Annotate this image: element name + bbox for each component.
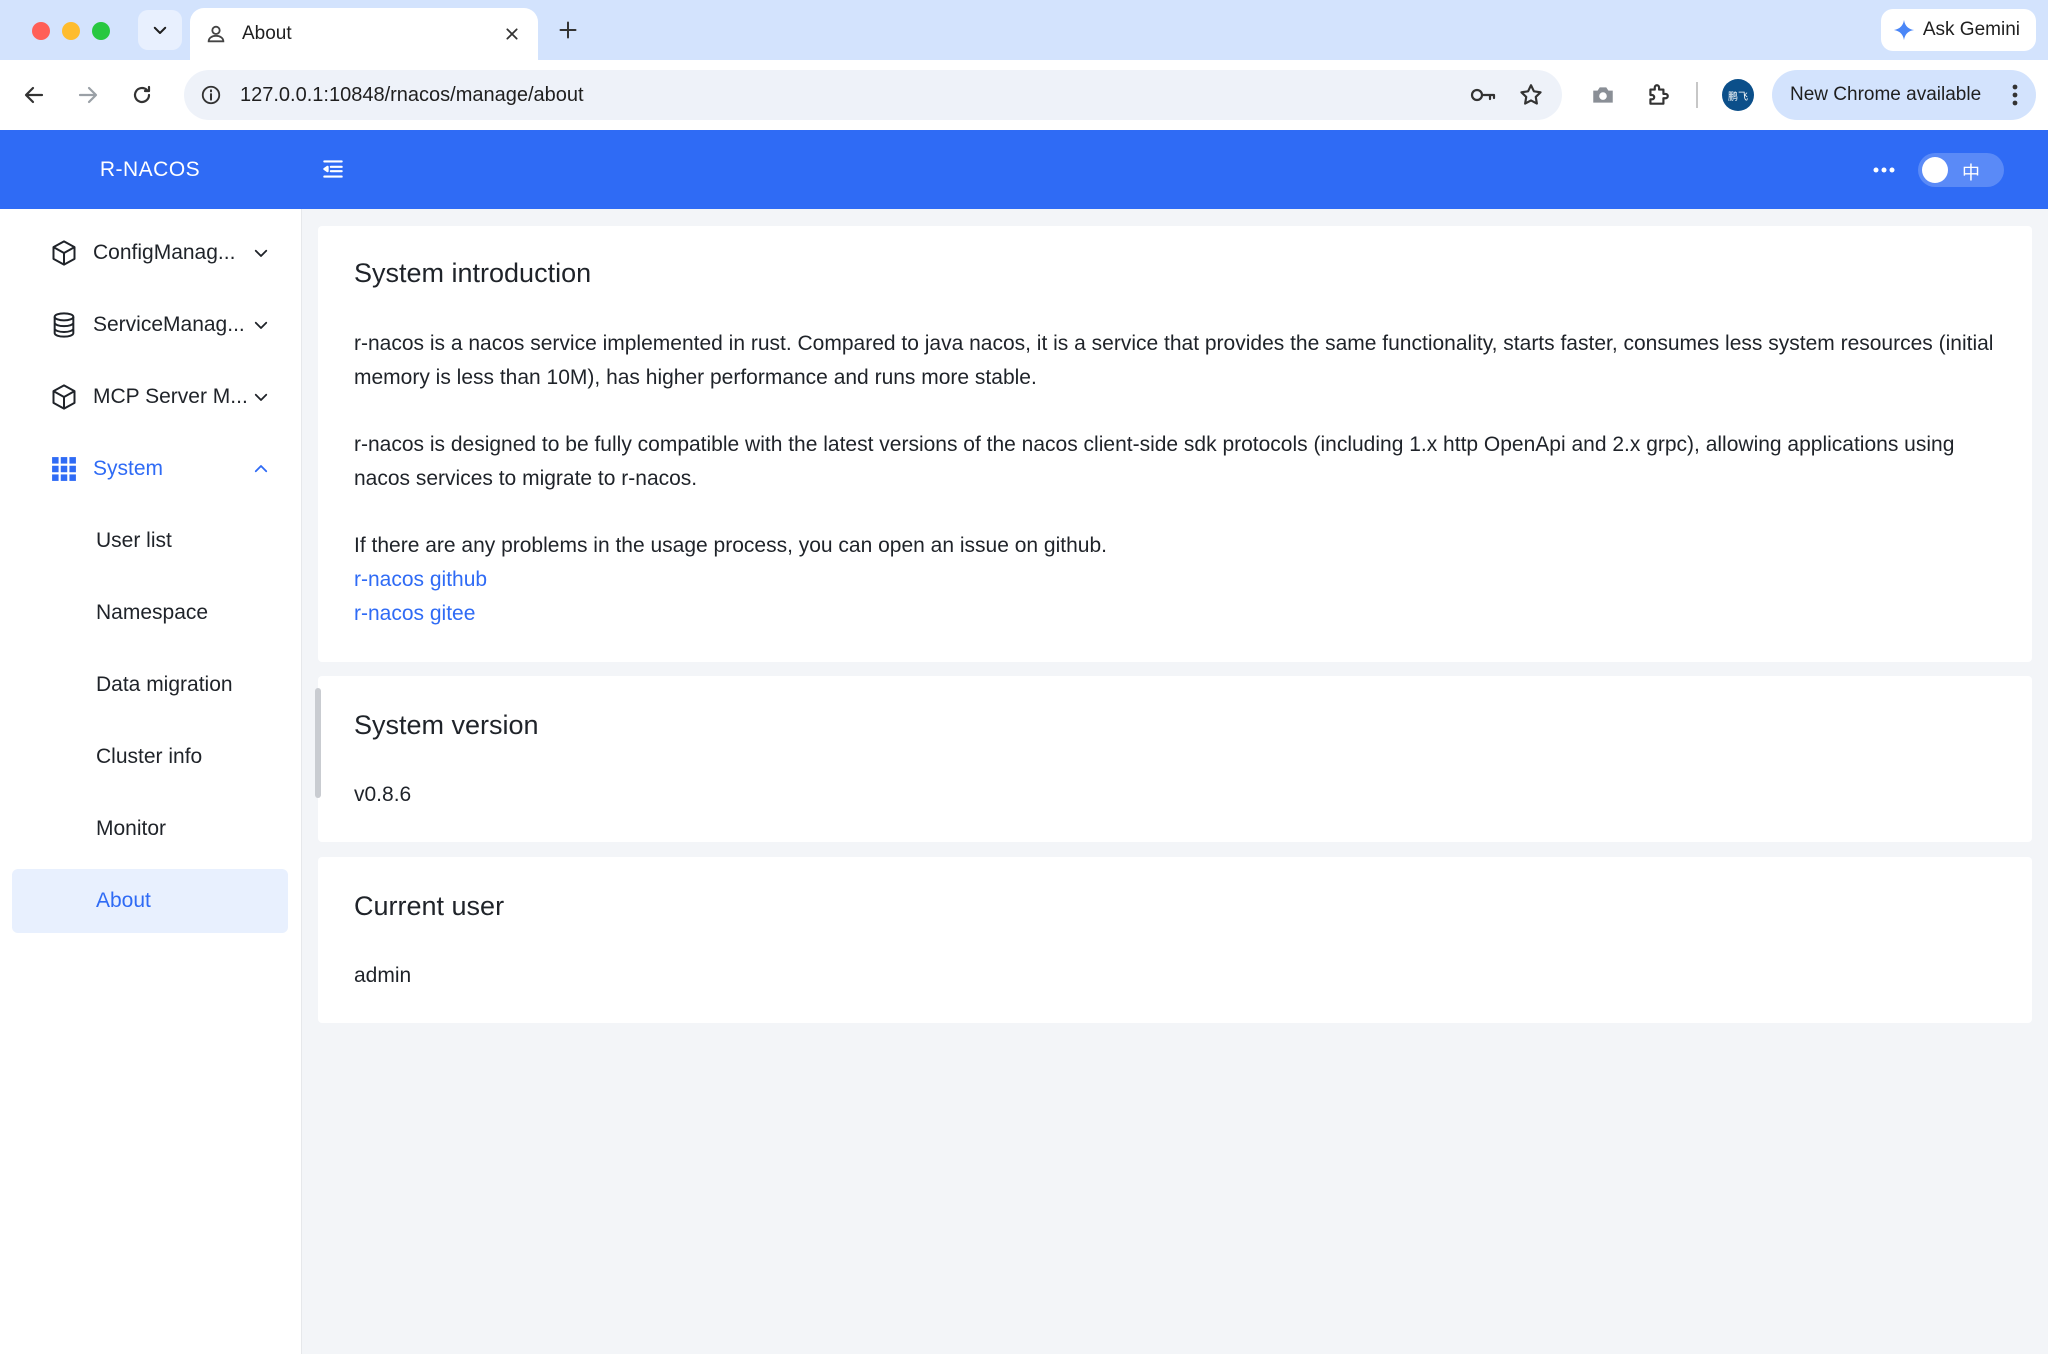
bookmark-star-icon[interactable] xyxy=(1514,78,1548,112)
cube-icon xyxy=(50,239,78,267)
system-version-card: System version v0.8.6 xyxy=(318,676,2032,842)
menu-collapse-button[interactable] xyxy=(316,152,350,186)
browser-tab-bar: About Ask Gemini xyxy=(0,0,2048,60)
sidebar-item-about[interactable]: About xyxy=(12,869,288,933)
sidebar-item-label: MCP Server M... xyxy=(93,385,248,408)
address-bar[interactable]: 127.0.0.1:10848/rnacos/manage/about xyxy=(184,70,1562,120)
app-header: R-NACOS 中 xyxy=(0,130,2048,209)
sidebar-item-label: Cluster info xyxy=(96,745,203,768)
user-icon xyxy=(204,22,228,46)
intro-paragraph: If there are any problems in the usage p… xyxy=(354,534,1107,557)
sidebar: ConfigManag... ServiceManag... MCP Serve… xyxy=(0,209,302,1354)
profile-initials: 鹏飞 xyxy=(1728,91,1748,103)
sidebar-item-monitor[interactable]: Monitor xyxy=(12,797,288,861)
sidebar-item-label: About xyxy=(96,889,151,912)
extensions-icon[interactable] xyxy=(1641,78,1675,112)
password-key-icon[interactable] xyxy=(1466,78,1500,112)
sidebar-item-label: ConfigManag... xyxy=(93,241,236,264)
intro-paragraph: r-nacos is designed to be fully compatib… xyxy=(354,433,1955,490)
language-toggle[interactable]: 中 xyxy=(1918,153,2004,187)
sidebar-item-namespace[interactable]: Namespace xyxy=(12,581,288,645)
system-introduction-card: System introduction r-nacos is a nacos s… xyxy=(318,226,2032,662)
profile-avatar[interactable]: 鹏飞 xyxy=(1722,79,1754,111)
reload-button[interactable] xyxy=(122,75,162,115)
reload-icon xyxy=(133,85,151,104)
kebab-menu-icon xyxy=(2012,84,2018,106)
plus-icon xyxy=(559,21,577,39)
sidebar-item-label: Namespace xyxy=(96,601,209,624)
ask-gemini-button[interactable]: Ask Gemini xyxy=(1880,9,2036,51)
sidebar-item-service-management[interactable]: ServiceManag... xyxy=(12,293,288,357)
tab-title: About xyxy=(242,23,292,44)
back-button[interactable] xyxy=(14,75,54,115)
url-text: 127.0.0.1:10848/rnacos/manage/about xyxy=(240,83,584,106)
sidebar-item-label: Monitor xyxy=(96,817,167,840)
arrow-right-icon xyxy=(78,86,98,104)
cube-icon xyxy=(50,383,78,411)
chevron-down-icon xyxy=(250,386,272,408)
chevron-up-icon xyxy=(250,458,272,480)
window-minimize-button[interactable] xyxy=(62,22,80,40)
site-info-icon[interactable] xyxy=(198,82,224,108)
scrollbar-thumb[interactable] xyxy=(315,688,321,798)
close-icon[interactable] xyxy=(500,22,524,46)
ellipsis-icon xyxy=(1873,167,1895,173)
sidebar-item-system[interactable]: System xyxy=(12,437,288,501)
toolbar-divider xyxy=(1696,82,1698,108)
chevron-down-icon xyxy=(250,314,272,336)
current-user-value: admin xyxy=(354,964,412,987)
version-value: v0.8.6 xyxy=(354,783,412,806)
gemini-icon xyxy=(1893,19,1914,41)
update-label: New Chrome available xyxy=(1790,84,1982,105)
sidebar-item-data-migration[interactable]: Data migration xyxy=(12,653,288,717)
chevron-down-icon xyxy=(250,242,272,264)
camera-icon[interactable] xyxy=(1586,78,1620,112)
browser-tab-about[interactable]: About xyxy=(190,8,538,60)
new-tab-button[interactable] xyxy=(552,14,584,46)
sidebar-item-cluster-info[interactable]: Cluster info xyxy=(12,725,288,789)
sidebar-item-label: ServiceManag... xyxy=(93,313,245,336)
more-actions-button[interactable] xyxy=(1866,154,1902,186)
toggle-knob xyxy=(1922,157,1948,183)
card-title: System introduction xyxy=(354,258,592,288)
window-close-button[interactable] xyxy=(32,22,50,40)
forward-button[interactable] xyxy=(68,75,108,115)
ask-gemini-label: Ask Gemini xyxy=(1922,19,2020,40)
sidebar-item-label: User list xyxy=(96,529,172,552)
github-link[interactable]: r-nacos github xyxy=(354,563,487,597)
card-title: Current user xyxy=(354,891,505,921)
chevron-down-icon xyxy=(153,26,167,34)
window-maximize-button[interactable] xyxy=(92,22,110,40)
menu-fold-icon xyxy=(323,160,343,178)
card-title: System version xyxy=(354,710,539,740)
grid-icon xyxy=(50,455,78,483)
language-label: 中 xyxy=(1962,163,1980,184)
sidebar-item-user-list[interactable]: User list xyxy=(12,509,288,573)
gitee-link[interactable]: r-nacos gitee xyxy=(354,597,475,631)
sidebar-item-config-management[interactable]: ConfigManag... xyxy=(12,221,288,285)
tab-search-button[interactable] xyxy=(138,10,182,50)
sidebar-item-label: System xyxy=(93,457,164,480)
current-user-card: Current user admin xyxy=(318,857,2032,1023)
chrome-update-button[interactable]: New Chrome available xyxy=(1772,70,2036,120)
database-icon xyxy=(50,311,78,339)
browser-toolbar: 127.0.0.1:10848/rnacos/manage/about 鹏飞 N… xyxy=(0,60,2048,130)
sidebar-item-label: Data migration xyxy=(96,673,233,696)
main-content: System introduction r-nacos is a nacos s… xyxy=(302,209,2048,1354)
intro-paragraph: r-nacos is a nacos service implemented i… xyxy=(354,332,1994,389)
arrow-left-icon xyxy=(24,86,44,104)
app-logo[interactable]: R-NACOS xyxy=(0,130,300,209)
sidebar-item-mcp-server-management[interactable]: MCP Server M... xyxy=(12,365,288,429)
